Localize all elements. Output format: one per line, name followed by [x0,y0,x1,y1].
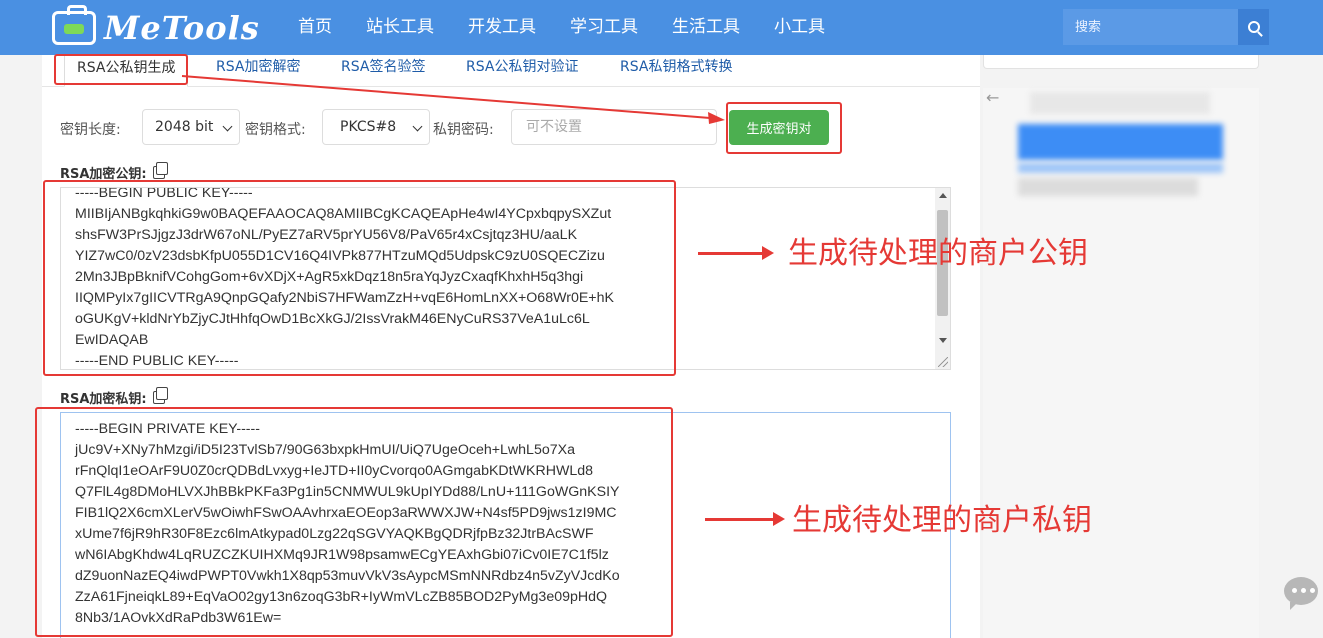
nav-item-life-tools[interactable]: 生活工具 [672,0,740,55]
nav-item-mini-tools[interactable]: 小工具 [774,0,825,55]
public-key-scrollbar[interactable] [935,188,950,369]
annotation-box-private-key [35,407,673,637]
blurred-ad-strip [1018,163,1223,173]
nav-item-home[interactable]: 首页 [298,0,332,55]
private-key-heading: RSA加密私钥: [60,387,168,407]
back-arrow-icon[interactable]: ← [986,88,999,107]
main-nav: 首页 站长工具 开发工具 学习工具 生活工具 小工具 [298,0,859,55]
toolbox-icon [52,5,96,45]
annotation-text-public: 生成待处理的商户公钥 [788,236,1088,271]
copy-icon[interactable] [152,387,168,404]
top-navbar: MeTools 首页 站长工具 开发工具 学习工具 生活工具 小工具 [0,0,1323,55]
blurred-ad-block [1030,92,1210,114]
nav-item-study-tools[interactable]: 学习工具 [570,0,638,55]
annotation-box-tab [54,54,188,85]
annotation-arrow-private [705,512,785,526]
key-length-label: 密钥长度: [60,122,121,138]
private-key-title: RSA加密私钥: [60,392,147,407]
sidebar-card [983,55,1259,69]
annotation-text-private: 生成待处理的商户私钥 [792,503,1092,538]
annotation-box-public-key [43,180,676,376]
search-input[interactable] [1063,9,1238,45]
chat-dots [1292,588,1315,593]
nav-item-webmaster-tools[interactable]: 站长工具 [366,0,434,55]
annotation-arrow-public [698,246,774,260]
scroll-down-arrow-icon[interactable] [939,338,947,343]
annotation-arrow-tab-to-button [181,75,725,124]
scroll-up-arrow-icon[interactable] [939,193,947,198]
blurred-ad-text [1018,178,1198,196]
resize-handle-icon[interactable] [938,357,948,367]
search-icon [1247,21,1260,33]
annotation-box-generate [726,102,842,154]
search-box [1063,9,1269,45]
nav-item-dev-tools[interactable]: 开发工具 [468,0,536,55]
blurred-ad-banner [1018,124,1223,160]
search-button[interactable] [1238,9,1269,45]
logo-text: MeTools [104,9,260,47]
copy-icon[interactable] [152,162,168,179]
site-logo[interactable]: MeTools [52,5,260,48]
